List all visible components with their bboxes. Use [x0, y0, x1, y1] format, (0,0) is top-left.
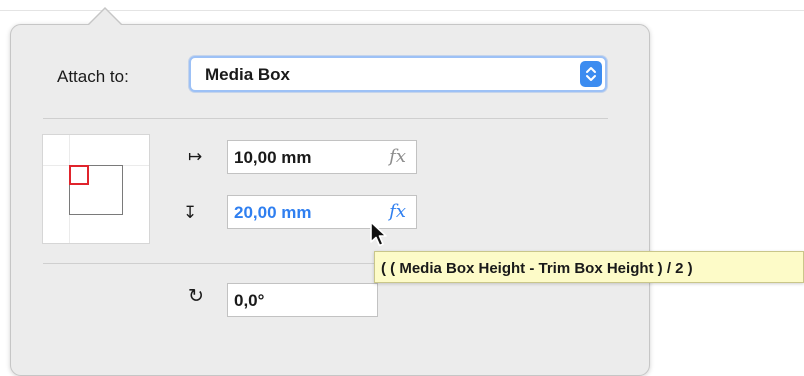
horizontal-offset-icon: ↦ [188, 147, 203, 166]
attach-to-select[interactable]: Media Box [189, 56, 607, 92]
rotate-icon: ↻ [188, 286, 204, 307]
attach-to-value: Media Box [205, 65, 291, 84]
separator [43, 118, 608, 119]
tooltip-text: ( ( Media Box Height - Trim Box Height )… [381, 260, 693, 277]
up-down-chevron-icon[interactable] [580, 61, 602, 87]
anchor-marker[interactable] [69, 165, 89, 185]
rotation-value: 0,0° [234, 291, 265, 310]
x-offset-field[interactable]: 10,00 mm fx [227, 140, 417, 174]
x-offset-value: 10,00 mm [234, 148, 312, 167]
attach-to-label: Attach to: [57, 67, 129, 86]
fx-icon[interactable]: fx [389, 146, 406, 167]
fx-icon[interactable]: fx [389, 201, 406, 222]
y-offset-value: 20,00 mm [234, 203, 312, 222]
popover-arrow-fill [89, 9, 121, 25]
formula-tooltip: ( ( Media Box Height - Trim Box Height )… [374, 251, 804, 283]
anchor-point-selector[interactable] [42, 134, 150, 244]
vertical-offset-icon: ↧ [183, 203, 198, 222]
mouse-pointer-icon [370, 221, 387, 247]
rotation-field[interactable]: 0,0° [227, 283, 378, 317]
